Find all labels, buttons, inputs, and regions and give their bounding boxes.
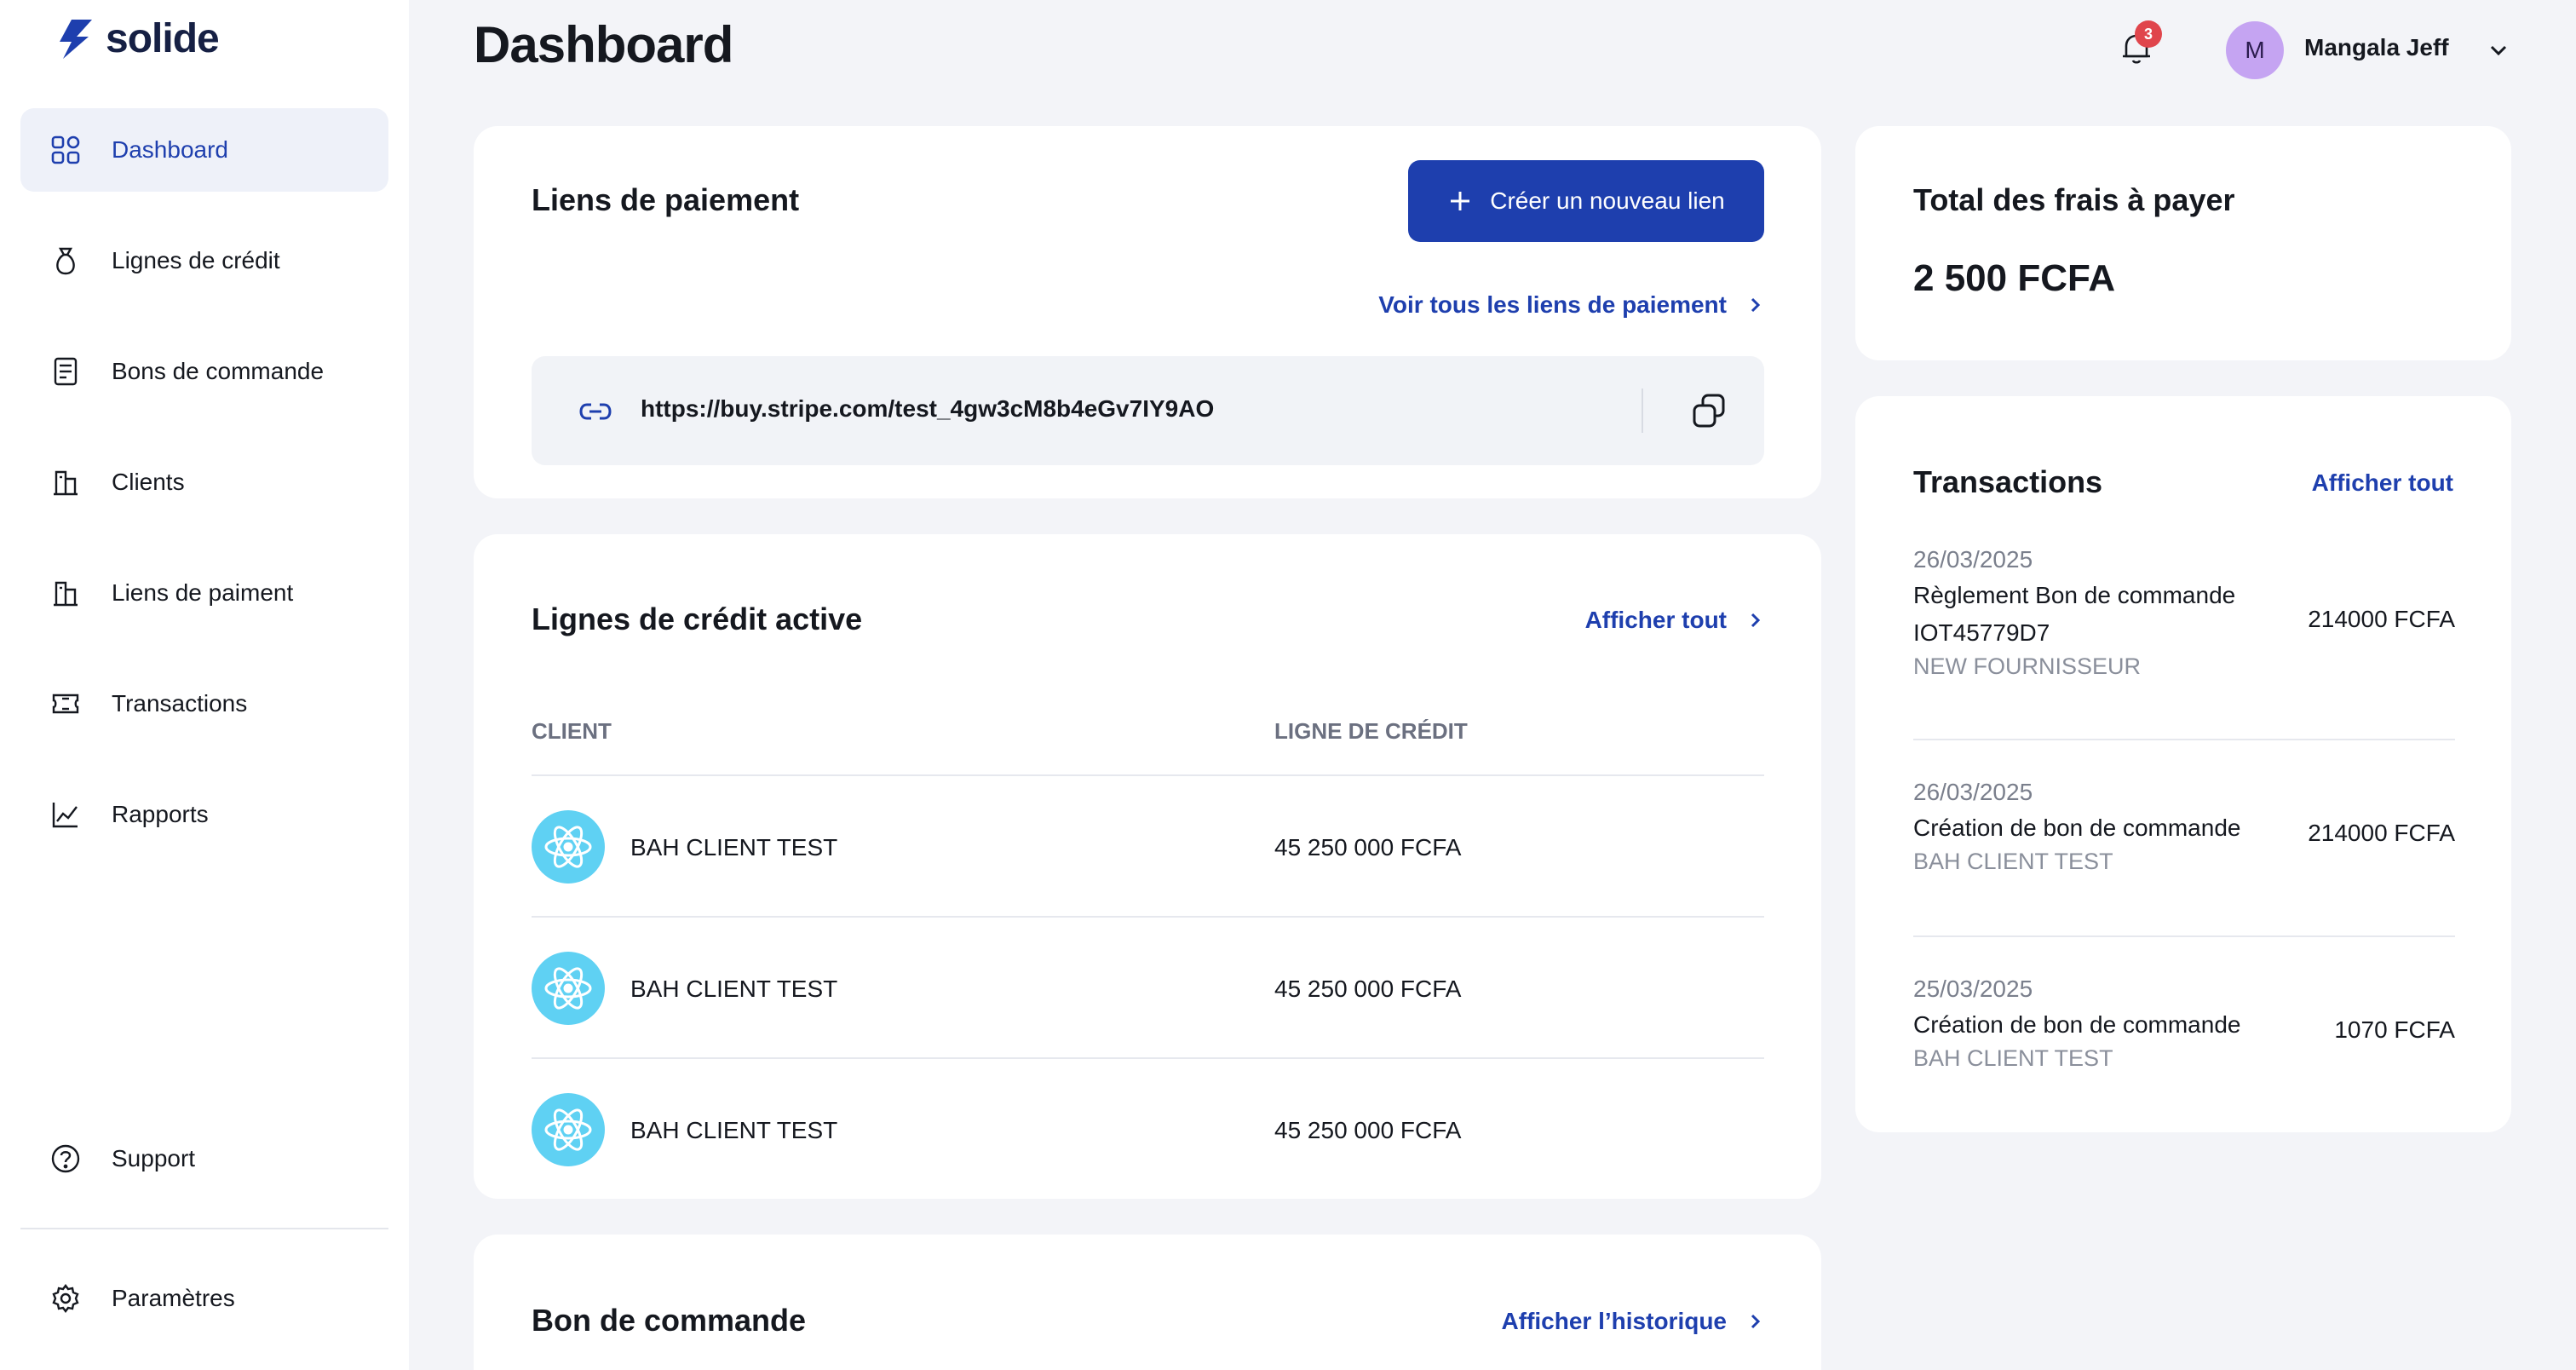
- transaction-date: 26/03/2025: [1913, 546, 2033, 573]
- transactions-card: Transactions Afficher tout 26/03/2025 Rè…: [1855, 396, 2511, 1132]
- sidebar-item-label: Dashboard: [112, 136, 228, 163]
- divider: [1913, 739, 2455, 740]
- transaction-party: BAH CLIENT TEST: [1913, 1045, 2113, 1071]
- url-separator: [1642, 389, 1643, 433]
- sidebar-nav: Dashboard Lignes de crédit Bons de comma…: [20, 108, 388, 884]
- credit-amount: 45 250 000 FCFA: [1274, 1117, 1462, 1143]
- table-row[interactable]: BAH CLIENT TEST 45 250 000 FCFA: [532, 916, 1764, 1057]
- transaction-amount: 1070 FCFA: [2334, 1016, 2455, 1043]
- transactions-see-all[interactable]: Afficher tout: [2312, 469, 2453, 497]
- user-name[interactable]: Mangala Jeff: [2304, 34, 2449, 61]
- sidebar-item-label: Rapports: [112, 801, 209, 827]
- transaction-amount: 214000 FCFA: [2308, 606, 2455, 632]
- sidebar-support: Support: [20, 1117, 388, 1228]
- credit-amount: 45 250 000 FCFA: [1274, 976, 1462, 1002]
- payment-url-box: https://buy.stripe.com/test_4gw3cM8b4eGv…: [532, 356, 1764, 465]
- grid-icon: [49, 133, 83, 167]
- plus-icon: [1451, 192, 1470, 210]
- purchase-orders-history-label: Afficher l’historique: [1501, 1308, 1727, 1334]
- fees-title: Total des frais à payer: [1913, 182, 2235, 217]
- credit-amount: 45 250 000 FCFA: [1274, 834, 1462, 861]
- sidebar: solide Dashboard Lignes de crédit Bons d…: [0, 0, 409, 1370]
- fees-card: Total des frais à payer 2 500 FCFA: [1855, 126, 2511, 360]
- client-name: BAH CLIENT TEST: [630, 976, 838, 1002]
- see-all-payment-links[interactable]: Voir tous les liens de paiement: [1378, 291, 1764, 319]
- sidebar-divider: [20, 1228, 388, 1229]
- sidebar-item-dashboard[interactable]: Dashboard: [20, 108, 388, 192]
- react-atom-icon: [532, 810, 605, 884]
- lightning-icon: [60, 19, 92, 59]
- money-bag-icon: [49, 244, 83, 278]
- transaction-item[interactable]: 25/03/2025 Création de bon de commande B…: [1913, 976, 2455, 1072]
- sidebar-item-label: Lignes de crédit: [112, 247, 280, 273]
- credit-lines-card: Lignes de crédit active Afficher tout CL…: [474, 534, 1821, 1199]
- client-name: BAH CLIENT TEST: [630, 1117, 838, 1143]
- page-title: Dashboard: [474, 16, 733, 73]
- table-row[interactable]: BAH CLIENT TEST 45 250 000 FCFA: [532, 774, 1764, 916]
- brand-name: solide: [106, 16, 220, 61]
- react-atom-icon: [532, 952, 605, 1025]
- sidebar-settings: Paramètres: [20, 1257, 388, 1367]
- transactions-title: Transactions: [1913, 464, 2103, 499]
- sidebar-item-label: Clients: [112, 469, 185, 495]
- building-icon: [49, 576, 83, 610]
- chevron-down-icon[interactable]: [2486, 37, 2511, 63]
- sidebar-item-transactions[interactable]: Transactions: [20, 662, 388, 745]
- client-name: BAH CLIENT TEST: [630, 834, 838, 861]
- purchase-orders-card: Bon de commande Afficher l’historique: [474, 1235, 1821, 1370]
- copy-icon[interactable]: [1688, 390, 1729, 431]
- notification-badge: 3: [2135, 20, 2162, 48]
- gear-icon: [49, 1281, 83, 1315]
- ticket-icon: [49, 687, 83, 721]
- brand-logo[interactable]: solide: [55, 15, 220, 62]
- sidebar-item-label: Support: [112, 1145, 196, 1171]
- sidebar-item-credit-lines[interactable]: Lignes de crédit: [20, 219, 388, 302]
- transaction-date: 25/03/2025: [1913, 976, 2033, 1002]
- sidebar-item-label: Bons de commande: [112, 358, 325, 384]
- payment-links-title: Liens de paiement: [532, 182, 800, 217]
- sidebar-item-support[interactable]: Support: [20, 1117, 388, 1200]
- help-circle-icon: [49, 1142, 83, 1176]
- avatar[interactable]: M: [2226, 21, 2284, 79]
- see-all-payment-links-label: Voir tous les liens de paiement: [1378, 291, 1727, 318]
- transaction-date: 26/03/2025: [1913, 779, 2033, 805]
- sidebar-item-payment-links[interactable]: Liens de paiment: [20, 551, 388, 635]
- credit-lines-see-all[interactable]: Afficher tout: [1585, 607, 1764, 634]
- link-icon: [579, 403, 612, 420]
- sidebar-item-label: Liens de paiment: [112, 579, 294, 606]
- column-header-client: CLIENT: [532, 718, 612, 744]
- sidebar-item-purchase-orders[interactable]: Bons de commande: [20, 330, 388, 413]
- payment-url-text[interactable]: https://buy.stripe.com/test_4gw3cM8b4eGv…: [641, 395, 1214, 423]
- transaction-party: BAH CLIENT TEST: [1913, 849, 2113, 874]
- sidebar-item-reports[interactable]: Rapports: [20, 773, 388, 856]
- building-icon: [49, 465, 83, 499]
- react-atom-icon: [532, 1093, 605, 1166]
- transaction-party: NEW FOURNISSEUR: [1913, 653, 2142, 679]
- line-chart-icon: [49, 797, 83, 832]
- chevron-right-icon: [1751, 613, 1761, 628]
- divider: [1913, 935, 2455, 937]
- column-header-credit-line: LIGNE DE CRÉDIT: [1274, 718, 1468, 744]
- credit-lines-title: Lignes de crédit active: [532, 602, 863, 636]
- chevron-right-icon: [1751, 1314, 1761, 1329]
- transaction-item[interactable]: 26/03/2025 Création de bon de commande B…: [1913, 779, 2455, 875]
- purchase-orders-title: Bon de commande: [532, 1303, 807, 1338]
- sidebar-item-clients[interactable]: Clients: [20, 440, 388, 524]
- sidebar-item-label: Paramètres: [112, 1285, 235, 1311]
- sidebar-item-settings[interactable]: Paramètres: [20, 1257, 388, 1340]
- payment-links-card: Liens de paiement Créer un nouveau lien …: [474, 126, 1821, 498]
- transactions-see-all-label: Afficher tout: [2311, 469, 2453, 496]
- transaction-label: Règlement Bon de commande IOT45779D7: [1913, 582, 2236, 646]
- transaction-amount: 214000 FCFA: [2308, 820, 2455, 846]
- sidebar-item-label: Transactions: [112, 690, 248, 717]
- credit-lines-see-all-label: Afficher tout: [1584, 607, 1727, 633]
- document-list-icon: [49, 354, 83, 389]
- create-link-button[interactable]: Créer un nouveau lien: [1408, 160, 1764, 242]
- create-link-label: Créer un nouveau lien: [1490, 187, 1725, 214]
- fees-amount: 2 500 FCFA: [1913, 257, 2116, 299]
- purchase-orders-history-link[interactable]: Afficher l’historique: [1502, 1308, 1764, 1335]
- transaction-item[interactable]: 26/03/2025 Règlement Bon de commande IOT…: [1913, 546, 2455, 680]
- table-row[interactable]: BAH CLIENT TEST 45 250 000 FCFA: [532, 1057, 1764, 1199]
- chevron-right-icon: [1751, 297, 1761, 313]
